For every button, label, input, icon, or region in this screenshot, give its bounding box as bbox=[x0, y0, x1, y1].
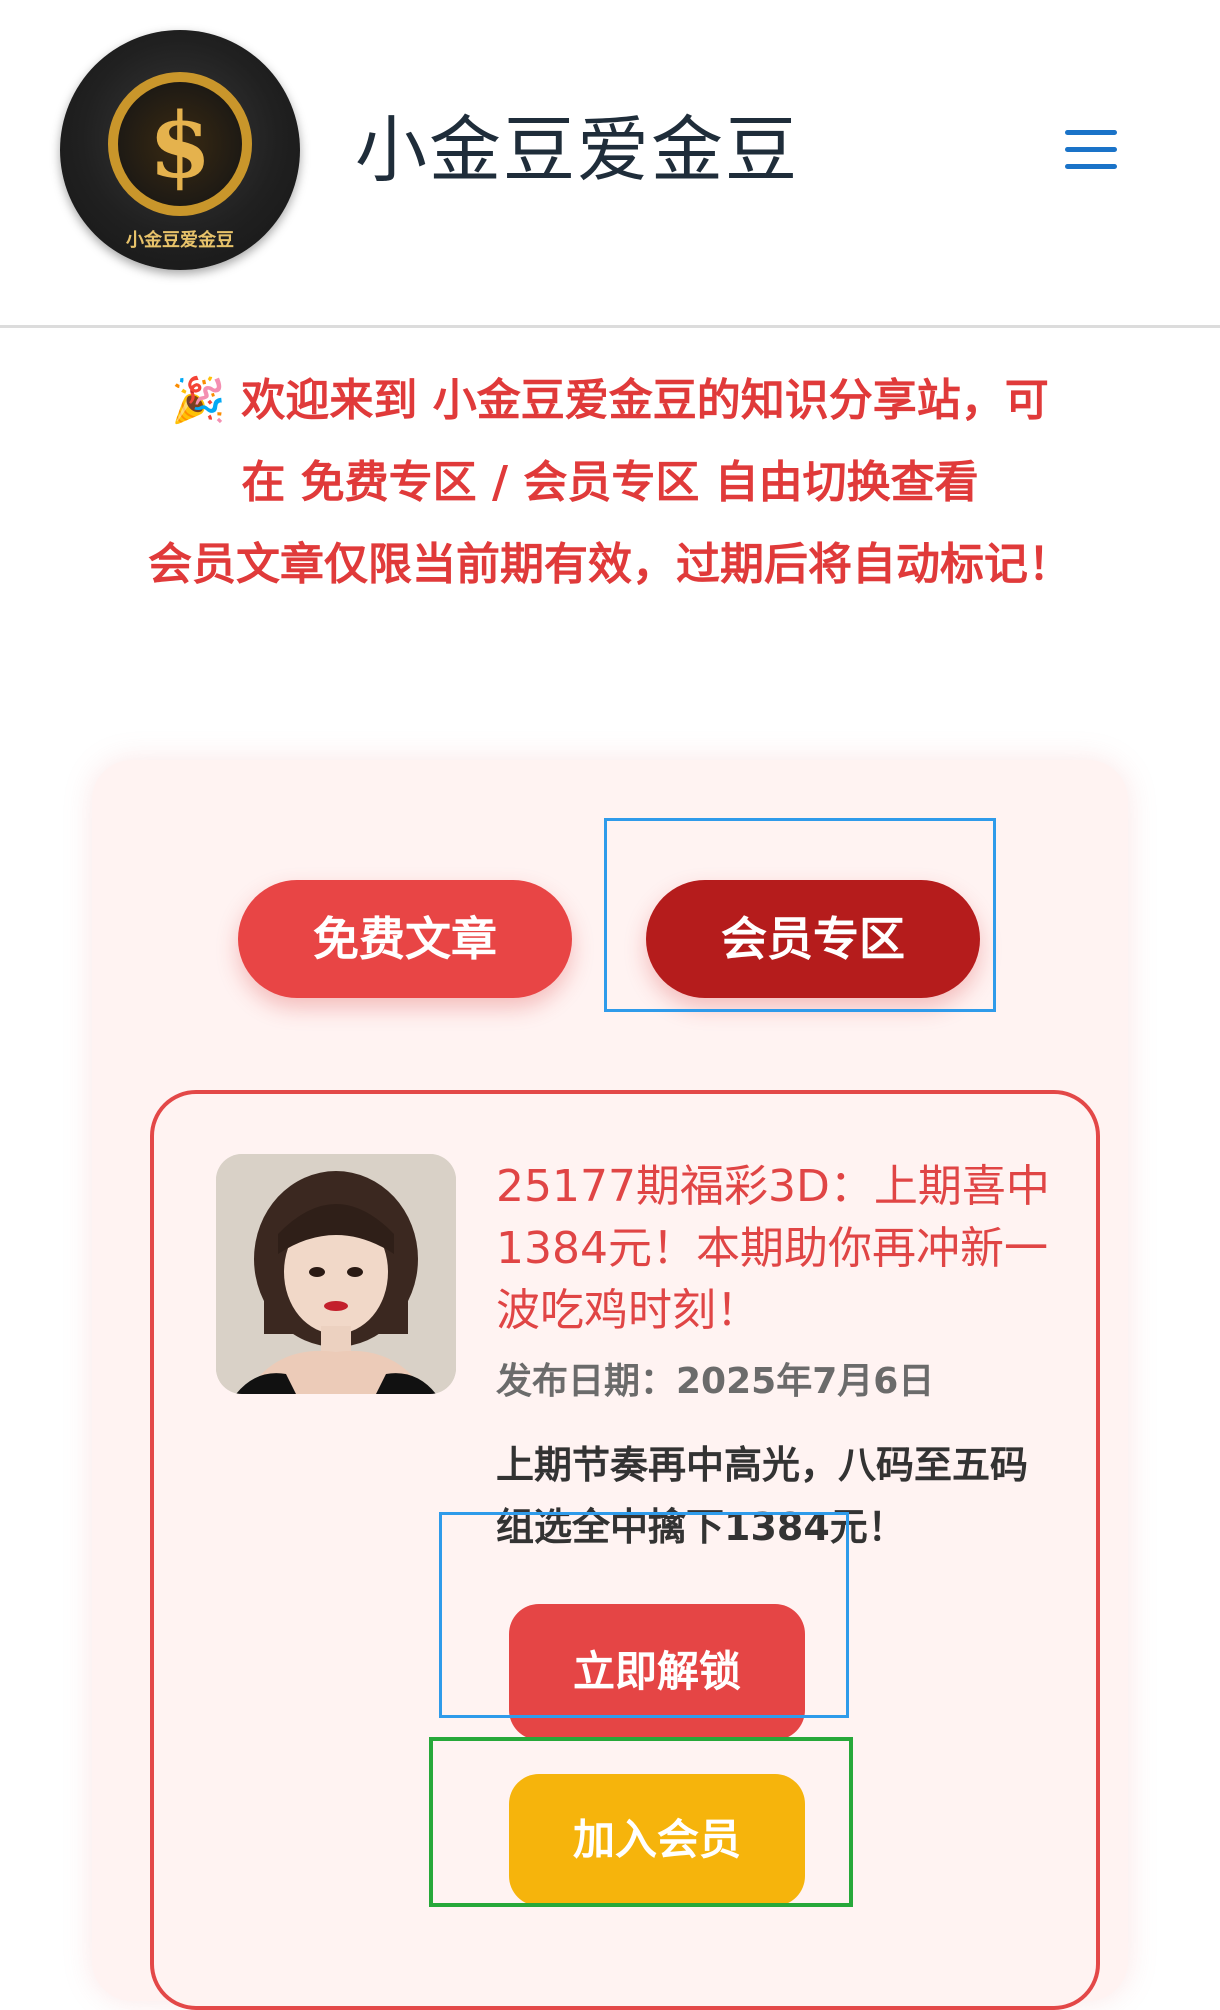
tab-member-zone[interactable]: 会员专区 bbox=[646, 880, 980, 998]
dollar-sign-icon: $ bbox=[148, 93, 212, 199]
welcome-notice: 🎉 欢迎来到 小金豆爱金豆的知识分享站，可 在 免费专区 / 会员专区 自由切换… bbox=[70, 360, 1150, 606]
article-card: 25177期福彩3D：上期喜中1384元！本期助你再冲新一波吃鸡时刻！ 发布日期… bbox=[150, 1090, 1100, 2010]
join-member-button[interactable]: 加入会员 bbox=[509, 1774, 805, 1906]
unlock-button[interactable]: 立即解锁 bbox=[509, 1604, 805, 1740]
site-title[interactable]: 小金豆爱金豆 bbox=[355, 100, 799, 200]
notice-line-1: 🎉 欢迎来到 小金豆爱金豆的知识分享站，可 bbox=[171, 375, 1049, 426]
content-panel: 免费文章 会员专区 25177期福彩3D：上期喜中1384元！本期助你再冲新一波… bbox=[92, 760, 1128, 2010]
article-description: 上期节奏再中高光，八码至五码组选全中擒下1384元！ bbox=[496, 1443, 1029, 1549]
coin-emblem-icon: $ bbox=[108, 72, 252, 216]
tab-free-articles[interactable]: 免费文章 bbox=[238, 880, 572, 998]
logo-text: 小金豆爱金豆 bbox=[126, 230, 234, 251]
site-logo[interactable]: $ 小金豆爱金豆 bbox=[60, 30, 300, 270]
site-header: $ 小金豆爱金豆 小金豆爱金豆 bbox=[0, 0, 1220, 328]
notice-line-2: 在 免费专区 / 会员专区 自由切换查看 bbox=[241, 457, 979, 508]
article-title[interactable]: 25177期福彩3D：上期喜中1384元！本期助你再冲新一波吃鸡时刻！ bbox=[496, 1156, 1056, 1342]
notice-line-3: 会员文章仅限当前期有效，过期后将自动标记！ bbox=[148, 539, 1072, 590]
hamburger-menu-icon[interactable] bbox=[1065, 130, 1117, 170]
article-thumbnail[interactable] bbox=[216, 1154, 456, 1394]
article-date: 发布日期：2025年7月6日 bbox=[496, 1361, 935, 1402]
